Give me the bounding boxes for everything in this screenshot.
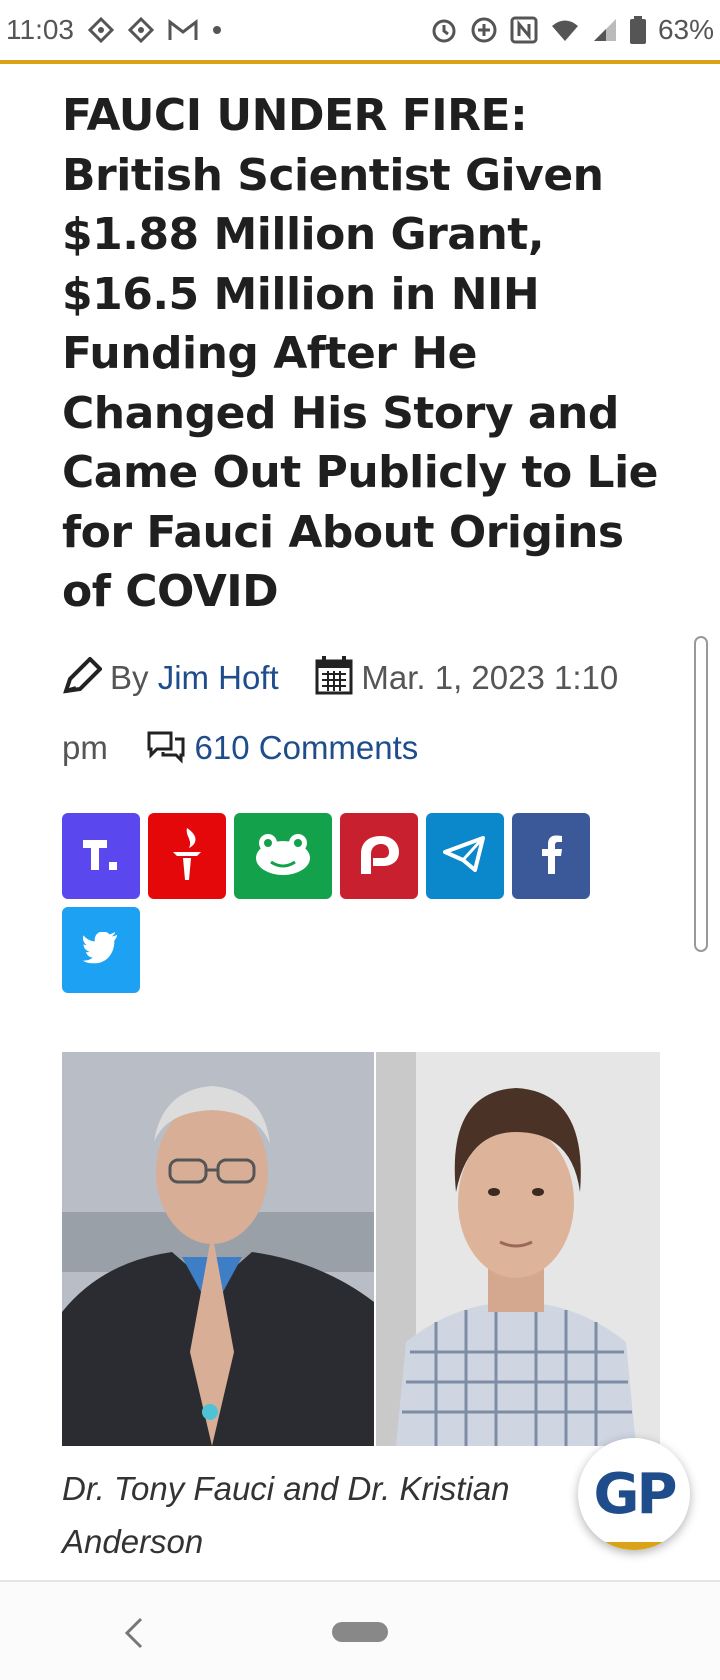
alarm-icon [430, 16, 458, 44]
parler-icon [357, 832, 401, 881]
system-nav-bar [0, 1582, 720, 1680]
app-diamond-icon [88, 17, 114, 43]
gab-share-button[interactable] [234, 813, 332, 899]
truth-social-icon [79, 834, 123, 879]
comments-icon [145, 722, 187, 786]
truth-social-share-button[interactable] [62, 813, 140, 899]
gab-frog-icon [253, 832, 313, 881]
telegram-icon [443, 834, 487, 879]
dot-icon [212, 25, 222, 35]
data-saver-icon [470, 16, 498, 44]
gp-logo-text: GP [593, 1461, 677, 1527]
page-scrollbar[interactable] [694, 636, 708, 952]
facebook-icon [539, 834, 563, 879]
signal-icon [592, 17, 618, 43]
author-link[interactable]: Jim Hoft [158, 659, 279, 696]
article-photo [62, 1052, 660, 1446]
share-buttons [62, 813, 622, 993]
article-meta: By Jim Hoft Mar. 1, 2023 1:10 pm 610 Com… [62, 646, 662, 786]
header-accent-line [0, 60, 720, 64]
twitter-share-button[interactable] [62, 907, 140, 993]
comments-link[interactable]: 610 Comments [195, 729, 419, 766]
photo-fauci [62, 1052, 374, 1446]
gettr-torch-icon [167, 826, 207, 887]
article-title: FAUCI UNDER FIRE: British Scientist Give… [62, 90, 659, 617]
back-icon[interactable] [124, 1616, 144, 1655]
photo-caption: Dr. Tony Fauci and Dr. Kristian Anderson [62, 1470, 510, 1560]
twitter-icon [82, 930, 120, 969]
gp-logo-button[interactable]: GP [578, 1438, 690, 1550]
app-diamond-icon [128, 17, 154, 43]
status-bar: 11:03 63% [0, 0, 720, 60]
home-pill-button[interactable] [332, 1622, 388, 1642]
facebook-share-button[interactable] [512, 813, 590, 899]
by-label: By [110, 659, 149, 696]
battery-percent: 63% [657, 14, 714, 45]
gettr-share-button[interactable] [148, 813, 226, 899]
gmail-icon [168, 18, 198, 42]
calendar-icon [315, 652, 353, 716]
photo-andersen [376, 1052, 660, 1446]
battery-icon [629, 16, 646, 44]
status-time: 11:03 [6, 14, 74, 45]
parler-share-button[interactable] [340, 813, 418, 899]
nfc-icon [510, 16, 538, 44]
wifi-icon [550, 17, 580, 43]
pencil-icon [62, 652, 103, 716]
telegram-share-button[interactable] [426, 813, 504, 899]
